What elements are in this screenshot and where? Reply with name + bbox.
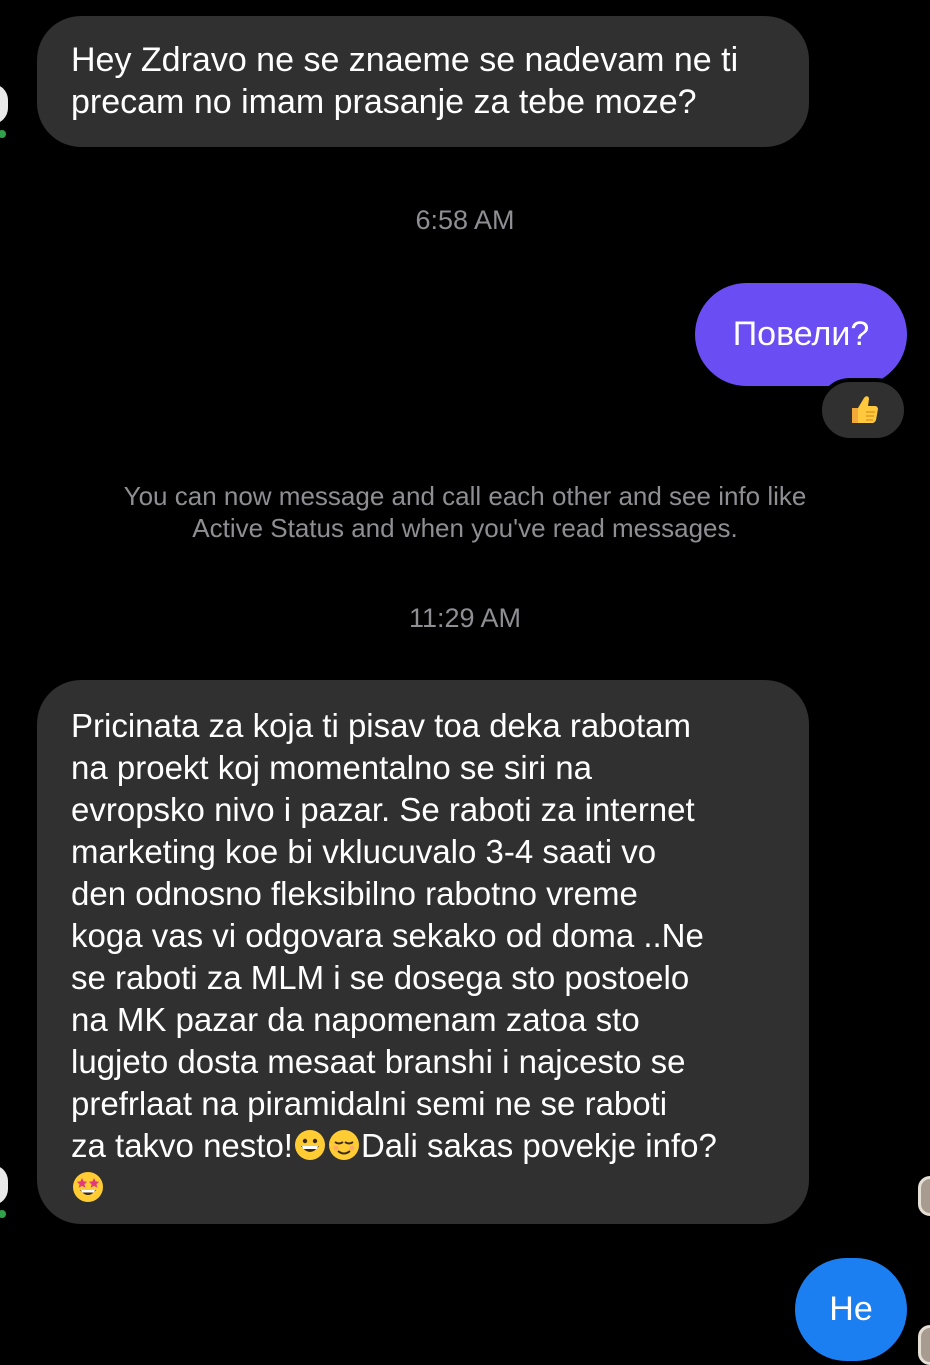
star-struck-face-icon — [73, 1172, 103, 1202]
message-text-tail: Dali sakas povekje info? — [360, 1127, 717, 1164]
message-text: Pricinata za koja ti pisav toa deka rabo… — [71, 707, 704, 1164]
connection-notice: You can now message and call each other … — [123, 481, 807, 543]
active-status-dot — [0, 130, 6, 138]
contact-avatar[interactable] — [0, 84, 8, 124]
incoming-message[interactable]: Hey Zdravo ne se znaeme se nadevam ne ti… — [37, 16, 809, 147]
incoming-message[interactable]: Pricinata za koja ti pisav toa deka rabo… — [37, 680, 809, 1224]
message-timestamp: 11:29 AM — [408, 603, 522, 633]
grinning-face-icon — [294, 1130, 325, 1160]
read-receipt-avatar — [918, 1176, 930, 1216]
message-timestamp: 6:58 AM — [415, 205, 515, 235]
outgoing-message[interactable]: Повели? — [695, 283, 907, 386]
active-status-dot — [0, 1210, 6, 1218]
relieved-face-icon — [328, 1130, 359, 1160]
thumbs-up-icon — [852, 396, 878, 423]
message-reaction[interactable] — [818, 378, 908, 442]
outgoing-message[interactable]: Не — [795, 1258, 907, 1361]
read-receipt-avatar — [918, 1325, 930, 1365]
contact-avatar[interactable] — [0, 1165, 8, 1205]
